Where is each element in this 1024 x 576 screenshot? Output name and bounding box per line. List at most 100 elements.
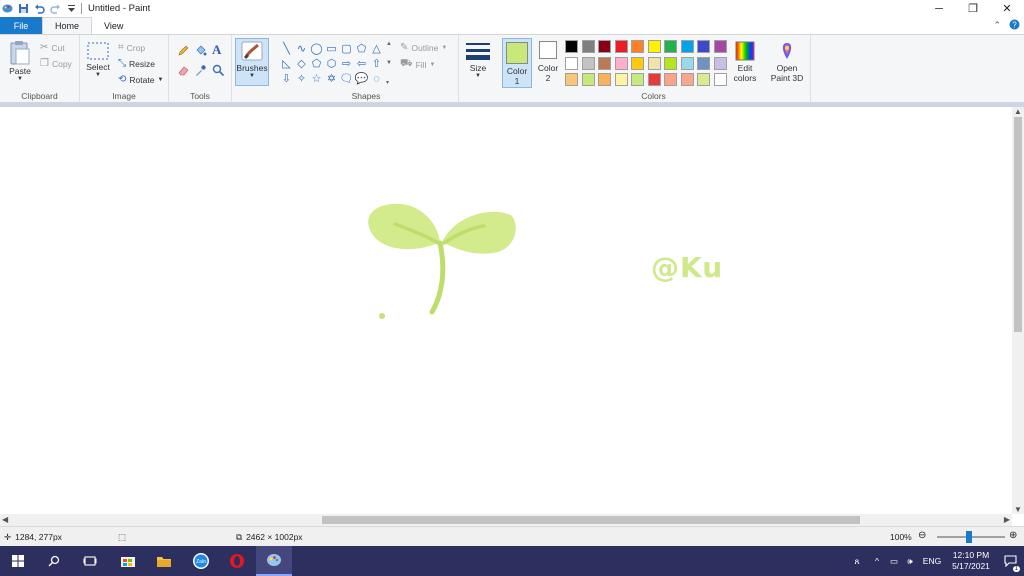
battery-icon[interactable]: ▭: [886, 556, 902, 567]
taskbar-file-explorer[interactable]: [146, 546, 182, 576]
palette-swatch[interactable]: [614, 56, 628, 70]
palette-swatch[interactable]: [697, 73, 710, 86]
line-shape-icon[interactable]: ╲: [279, 41, 294, 56]
triangle-shape-icon[interactable]: △: [369, 41, 384, 56]
scroll-up-icon[interactable]: ▲: [1014, 107, 1022, 116]
horizontal-scroll-thumb[interactable]: [322, 516, 860, 524]
brushes-button[interactable]: Brushes ▼: [235, 38, 269, 86]
palette-swatch[interactable]: [614, 40, 628, 53]
palette-swatch[interactable]: [581, 40, 595, 53]
start-button[interactable]: [0, 546, 36, 576]
pentagon-shape-icon[interactable]: ⬠: [309, 56, 324, 71]
resize-button[interactable]: ⤡ Resize: [118, 58, 155, 69]
shapes-scroll-down-icon[interactable]: ▼: [386, 60, 394, 66]
vertical-scrollbar[interactable]: ▲ ▼: [1012, 107, 1024, 514]
undo-icon[interactable]: [34, 3, 45, 14]
taskbar-zalo[interactable]: Zalo: [183, 546, 219, 576]
text-button[interactable]: A: [212, 42, 221, 58]
size-button[interactable]: Size ▼: [464, 41, 492, 79]
palette-swatch[interactable]: [647, 56, 661, 70]
down-arrow-shape-icon[interactable]: ⇩: [279, 71, 294, 86]
zoom-out-icon[interactable]: ⊖: [918, 530, 926, 541]
diamond-shape-icon[interactable]: ◇: [294, 56, 309, 71]
color1-button[interactable]: Color 1: [502, 38, 532, 88]
zoom-slider-thumb[interactable]: [966, 531, 972, 543]
notification-button[interactable]: 1: [996, 546, 1024, 576]
color2-button[interactable]: Color 2: [535, 41, 561, 83]
palette-swatch[interactable]: [565, 40, 578, 53]
scroll-down-icon[interactable]: ▼: [1014, 505, 1022, 514]
up-arrow-shape-icon[interactable]: ⇧: [369, 56, 384, 71]
left-arrow-shape-icon[interactable]: ⇦: [354, 56, 369, 71]
select-button[interactable]: Select ▼: [85, 42, 111, 78]
task-view-button[interactable]: [72, 546, 108, 576]
shapes-scroll[interactable]: ▲ ▼ ▾: [386, 41, 394, 86]
palette-swatch[interactable]: [581, 73, 595, 86]
tab-home[interactable]: Home: [42, 17, 93, 34]
palette-swatch[interactable]: [697, 56, 710, 70]
palette-swatch[interactable]: [680, 73, 694, 86]
outline-button[interactable]: ✎ Outline ▼: [400, 42, 447, 53]
scroll-left-icon[interactable]: ◀: [2, 515, 8, 524]
right-arrow-shape-icon[interactable]: ⇨: [339, 56, 354, 71]
palette-swatch[interactable]: [565, 73, 578, 86]
language-indicator[interactable]: ENG: [918, 556, 946, 566]
taskbar-paint[interactable]: [256, 546, 292, 576]
palette-swatch[interactable]: [598, 56, 611, 70]
shapes-expand-icon[interactable]: ▾: [386, 79, 394, 86]
redo-icon[interactable]: [50, 3, 61, 14]
horizontal-scrollbar[interactable]: ◀ ▶: [0, 514, 1012, 526]
palette-swatch[interactable]: [598, 73, 611, 86]
palette-swatch[interactable]: [697, 40, 710, 53]
zoom-in-icon[interactable]: ⊕: [1009, 530, 1017, 541]
palette-swatch[interactable]: [598, 40, 611, 53]
eraser-button[interactable]: [177, 64, 190, 77]
tab-file[interactable]: File: [0, 17, 42, 34]
hexagon-shape-icon[interactable]: ⬡: [324, 56, 339, 71]
curve-shape-icon[interactable]: ∿: [294, 41, 309, 56]
vertical-scroll-thumb[interactable]: [1014, 117, 1022, 332]
palette-swatch[interactable]: [631, 73, 644, 86]
palette-swatch[interactable]: [680, 56, 694, 70]
scroll-right-icon[interactable]: ▶: [1004, 515, 1010, 524]
customize-toolbar-icon[interactable]: [66, 3, 77, 14]
tab-view[interactable]: View: [92, 17, 135, 34]
paint-app-icon[interactable]: [2, 3, 13, 14]
palette-swatch[interactable]: [713, 40, 727, 53]
palette-swatch[interactable]: [713, 73, 727, 86]
polygon-shape-icon[interactable]: ⬠: [354, 41, 369, 56]
edit-colors-button[interactable]: Edit colors: [733, 41, 757, 83]
four-point-star-shape-icon[interactable]: ✧: [294, 71, 309, 86]
magnifier-button[interactable]: [212, 64, 225, 77]
collapse-ribbon-icon[interactable]: ⌃: [993, 20, 1001, 31]
rect-callout-shape-icon[interactable]: 🗨: [339, 71, 354, 86]
palette-swatch[interactable]: [647, 40, 661, 53]
right-triangle-shape-icon[interactable]: ◺: [279, 56, 294, 71]
oval-shape-icon[interactable]: ◯: [309, 41, 324, 56]
palette-swatch[interactable]: [713, 56, 727, 70]
minimize-button[interactable]: ─: [922, 0, 956, 17]
palette-swatch[interactable]: [680, 40, 694, 53]
cut-button[interactable]: ✂ Cut: [40, 42, 65, 53]
people-icon[interactable]: ጸ: [846, 556, 868, 567]
oval-callout-shape-icon[interactable]: 💬: [354, 71, 369, 86]
copy-button[interactable]: ❐ Copy: [40, 58, 72, 69]
fill-style-button[interactable]: ⛟ Fill ▼: [400, 58, 435, 71]
rounded-rectangle-shape-icon[interactable]: ▢: [339, 41, 354, 56]
palette-swatch[interactable]: [581, 56, 595, 70]
tray-expand-icon[interactable]: ^: [868, 556, 886, 566]
crop-button[interactable]: ⌗ Crop: [118, 42, 145, 53]
taskbar-opera[interactable]: [219, 546, 255, 576]
drawing-canvas[interactable]: @Ku: [0, 107, 1012, 514]
cloud-callout-shape-icon[interactable]: ◌: [369, 71, 384, 86]
open-paint3d-button[interactable]: Open Paint 3D: [765, 41, 809, 83]
rectangle-shape-icon[interactable]: ▭: [324, 41, 339, 56]
palette-swatch[interactable]: [631, 56, 644, 70]
clock[interactable]: 12:10 PM 5/17/2021: [946, 550, 996, 572]
fill-button[interactable]: [194, 44, 207, 57]
palette-swatch[interactable]: [565, 56, 578, 70]
pencil-button[interactable]: [177, 44, 190, 57]
six-point-star-shape-icon[interactable]: ✡: [324, 71, 339, 86]
palette-swatch[interactable]: [664, 73, 677, 86]
close-button[interactable]: ✕: [990, 0, 1024, 17]
